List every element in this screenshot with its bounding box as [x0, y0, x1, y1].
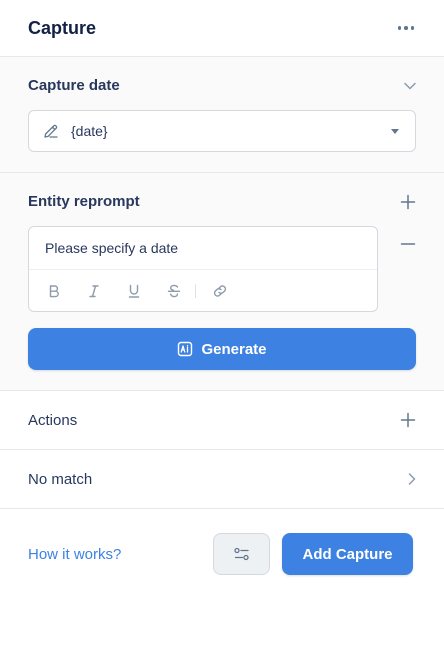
how-it-works-link[interactable]: How it works? — [28, 546, 121, 563]
panel-title: Capture — [28, 17, 97, 38]
entity-reprompt-section: Entity reprompt Please specify a date Ge… — [0, 173, 444, 391]
capture-settings: Capture date {date} Entity reprompt Plea… — [0, 57, 444, 391]
sliders-icon — [233, 547, 249, 561]
no-match-row[interactable]: No match — [0, 450, 444, 509]
add-capture-button[interactable]: Add Capture — [282, 533, 413, 575]
panel-header: Capture — [0, 0, 444, 57]
add-reprompt-plus-icon[interactable] — [400, 194, 416, 210]
capture-date-select[interactable]: {date} — [28, 110, 416, 152]
settings-button[interactable] — [213, 533, 270, 575]
caret-down-icon — [391, 128, 399, 134]
generate-label: Generate — [201, 340, 267, 358]
entity-reprompt-label: Entity reprompt — [28, 193, 140, 210]
ai-icon — [178, 341, 193, 357]
link-icon[interactable] — [212, 284, 252, 298]
remove-reprompt-minus-icon[interactable] — [400, 242, 416, 246]
actions-label: Actions — [28, 411, 78, 429]
add-action-plus-icon[interactable] — [400, 412, 416, 428]
underline-icon[interactable] — [127, 284, 167, 298]
actions-row[interactable]: Actions — [0, 391, 444, 450]
bold-icon[interactable] — [47, 284, 87, 298]
panel-footer: How it works? Add Capture — [0, 509, 444, 575]
capture-date-label: Capture date — [28, 77, 120, 94]
capture-date-value: {date} — [71, 123, 108, 139]
italic-icon[interactable] — [87, 284, 127, 298]
pencil-icon — [44, 124, 58, 138]
toolbar-divider — [195, 283, 196, 298]
chevron-right-icon — [408, 473, 416, 485]
capture-date-section: Capture date {date} — [0, 57, 444, 173]
more-options-icon[interactable] — [396, 26, 416, 30]
chevron-down-icon[interactable] — [404, 82, 416, 90]
formatting-toolbar — [29, 270, 377, 311]
reprompt-text[interactable]: Please specify a date — [29, 227, 377, 270]
generate-button[interactable]: Generate — [28, 328, 416, 370]
strikethrough-icon[interactable] — [167, 284, 207, 298]
reprompt-editor[interactable]: Please specify a date — [28, 226, 378, 312]
no-match-label: No match — [28, 470, 93, 488]
